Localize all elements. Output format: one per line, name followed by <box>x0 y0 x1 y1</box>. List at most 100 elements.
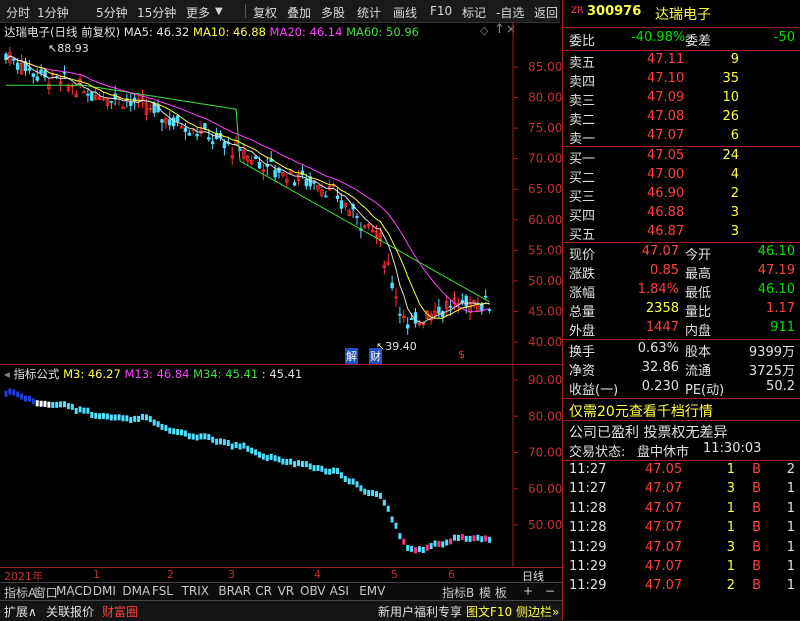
indicator-tab-6[interactable]: TRIX <box>182 584 209 598</box>
tick-price: 47.07 <box>645 559 683 574</box>
level2-promo[interactable]: 仅需20元查看千档行情 <box>569 401 713 421</box>
fund-value: 3725万 <box>748 364 795 379</box>
indicator-tab-3[interactable]: DMI <box>93 584 116 598</box>
template-tab-3[interactable]: − <box>545 584 555 598</box>
stat-row: 现价 47.07 今开 46.10 <box>567 244 799 263</box>
x-axis-month-2: 2 <box>167 568 174 581</box>
divider <box>563 146 800 147</box>
fund-label: 股本 <box>685 345 712 360</box>
indicator-block <box>398 533 402 540</box>
wealth-circle-button[interactable]: 财富圈 <box>102 603 138 620</box>
indicator-tab-8[interactable]: CR <box>255 584 272 598</box>
sidebar-toggle[interactable]: 侧边栏» <box>516 603 559 620</box>
period-tab-intraday[interactable]: 分时 <box>6 4 30 21</box>
dividend-event-badge[interactable]: $ <box>458 348 465 361</box>
stat-value: 1447 <box>645 320 679 335</box>
x-axis-month-6: 6 <box>448 568 455 581</box>
indicator-block <box>460 534 464 541</box>
indicator-tab-9[interactable]: VR <box>278 584 295 598</box>
indicator-block <box>203 433 207 440</box>
y-tick-label: 90.00 <box>528 373 562 387</box>
remove-watchlist-button[interactable]: -自选 <box>496 4 524 21</box>
indicator-block <box>437 540 441 547</box>
tick-side: B <box>752 481 761 497</box>
period-tab-1min[interactable]: 1分钟 <box>37 4 69 21</box>
indicator-tab-11[interactable]: ASI <box>330 584 349 598</box>
candle-body <box>253 156 258 160</box>
tick-side: B <box>752 520 761 536</box>
tick-row: 11:28 47.07 1 B 1 <box>567 520 799 539</box>
indicator-tab-10[interactable]: OBV <box>300 584 326 598</box>
indicator-block <box>63 401 66 408</box>
f10-graphic-link[interactable]: 图文F10 <box>466 603 512 620</box>
low-price-value: 39.40 <box>385 340 417 353</box>
indicator-tab-12[interactable]: EMV <box>359 584 385 598</box>
tick-volume: 2 <box>726 578 735 594</box>
candle-body <box>207 137 211 140</box>
indicator-block <box>250 447 254 454</box>
indicator-tab-1[interactable]: 窗口 <box>34 584 58 601</box>
chevron-down-icon[interactable]: ▼ <box>215 6 223 17</box>
template-tab-0[interactable]: 指标B <box>442 584 474 601</box>
indicator-block <box>343 475 347 482</box>
expand-button[interactable]: 扩展∧ <box>4 603 37 620</box>
indicator-block <box>129 417 133 424</box>
overlay-button[interactable]: 叠加 <box>287 4 311 21</box>
stock-name: 达瑞电子 <box>655 7 711 23</box>
indicator-block <box>386 505 390 512</box>
y-tick-label: 85.00 <box>528 60 562 74</box>
template-tab-1[interactable]: 模 板 <box>479 584 507 601</box>
indicator-block <box>289 458 293 465</box>
candle-body <box>405 324 410 329</box>
period-more-button[interactable]: 更多 <box>186 4 210 21</box>
template-tab-2[interactable]: + <box>523 584 533 598</box>
indicator-block <box>20 393 24 400</box>
draw-line-button[interactable]: 画线 <box>393 4 417 21</box>
new-user-promo-link[interactable]: 新用户福利专享 <box>378 603 462 620</box>
indicator-tab-2[interactable]: MACD <box>56 584 92 598</box>
indicator-block <box>16 391 20 398</box>
indicator-block <box>183 430 187 437</box>
mark-button[interactable]: 标记 <box>462 4 486 21</box>
restore-rights-button[interactable]: 复权 <box>253 4 277 21</box>
candle-body <box>168 119 172 126</box>
divider <box>563 50 800 51</box>
double-chevron-icon: » <box>552 605 560 619</box>
indicator-block <box>98 413 102 420</box>
indicator-chart[interactable]: 90.00 80.00 70.00 60.00 50.00 <box>0 365 562 567</box>
bid-level-label: 买二 <box>569 171 596 186</box>
bid-volume: 4 <box>730 167 739 182</box>
back-button[interactable]: 返回 <box>534 4 558 21</box>
related-quotes-button[interactable]: 关联报价 <box>46 603 94 620</box>
y-tick-label: 70.00 <box>528 152 562 166</box>
statistics-button[interactable]: 统计 <box>357 4 381 21</box>
indicator-block <box>417 546 421 553</box>
indicator-block <box>172 428 176 435</box>
indicator-tab-0[interactable]: 指标A <box>4 584 36 601</box>
multi-stock-button[interactable]: 多股 <box>321 4 345 21</box>
candle-body <box>12 58 16 61</box>
indicator-tab-4[interactable]: DMA <box>122 584 150 598</box>
indicator-block <box>94 412 98 419</box>
kline-chart[interactable]: 85.00 80.00 75.00 70.00 65.00 60.00 55.00 50.00… <box>0 22 562 364</box>
stat-label: 涨跌 <box>569 267 596 282</box>
finance-event-badge[interactable]: 财 <box>369 348 382 364</box>
divider <box>563 398 800 399</box>
ask-price: 47.07 <box>647 128 685 143</box>
x-axis-month-5: 5 <box>391 568 398 581</box>
period-tab-15min[interactable]: 15分钟 <box>137 4 176 21</box>
f10-button[interactable]: F10 <box>430 4 452 18</box>
ask-level-label: 卖二 <box>569 113 596 128</box>
indicator-block <box>113 414 117 421</box>
ask-volume: 35 <box>722 71 739 86</box>
fund-label: PE(动) <box>685 383 725 398</box>
ask-level-label: 卖四 <box>569 75 596 90</box>
unlock-event-badge[interactable]: 解 <box>345 348 358 364</box>
indicator-block <box>324 468 328 475</box>
indicator-tab-7[interactable]: BRAR <box>218 584 251 598</box>
ask-row: 卖五 47.11 9 <box>567 52 799 71</box>
ask-level-label: 卖三 <box>569 94 596 109</box>
indicator-tab-5[interactable]: FSL <box>152 584 173 598</box>
candle-body <box>312 181 316 184</box>
period-tab-5min[interactable]: 5分钟 <box>96 4 128 21</box>
